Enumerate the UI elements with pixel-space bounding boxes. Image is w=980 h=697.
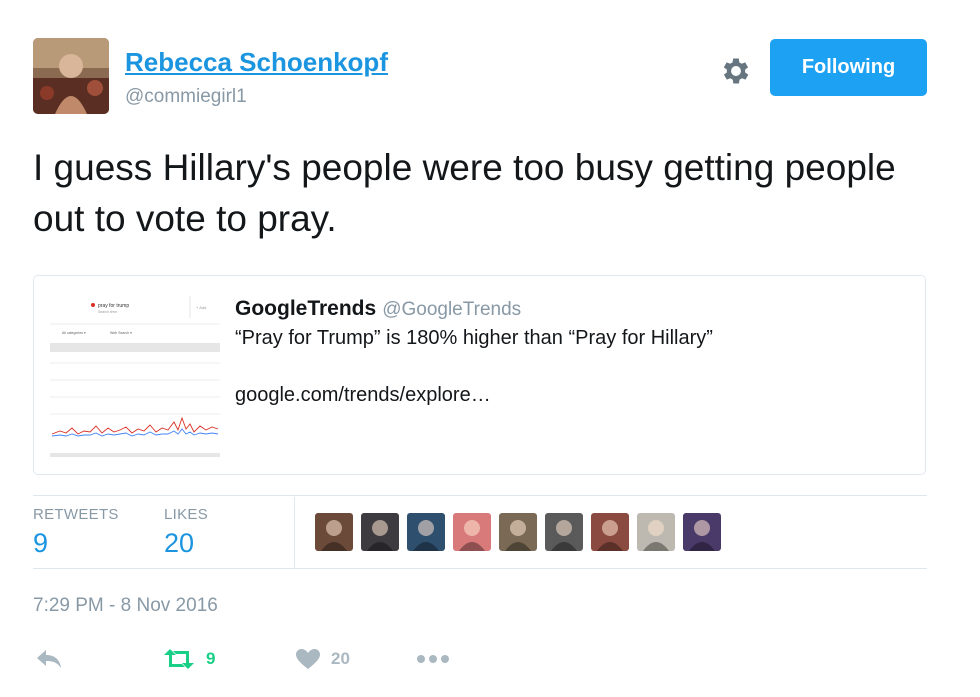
liker-avatar[interactable] [361, 513, 399, 551]
liker-avatar[interactable] [315, 513, 353, 551]
quoted-tweet-text: “Pray for Trump” is 180% higher than “Pr… [235, 327, 713, 349]
retweet-icon [164, 649, 194, 669]
avatar-image [33, 38, 109, 114]
reply-icon [37, 650, 61, 668]
display-name-link[interactable]: Rebecca Schoenkopf [125, 47, 388, 78]
quoted-author[interactable]: GoogleTrends @GoogleTrends [235, 297, 521, 321]
heart-icon [296, 649, 320, 669]
quoted-author-handle: @GoogleTrends [382, 299, 522, 320]
like-action-count: 20 [331, 649, 350, 668]
reply-button[interactable] [35, 645, 63, 673]
liker-avatar[interactable] [407, 513, 445, 551]
gear-icon[interactable] [719, 54, 753, 88]
retweet-action-count: 9 [206, 649, 216, 668]
likes-count[interactable]: 20 [164, 528, 194, 559]
like-button[interactable]: 20 [295, 645, 350, 673]
stats-divider-bottom [33, 568, 927, 569]
avatar[interactable] [33, 38, 109, 114]
tweet-text: I guess Hillary's people were too busy g… [33, 147, 896, 239]
liker-avatar[interactable] [683, 513, 721, 551]
liker-avatar[interactable] [591, 513, 629, 551]
more-button[interactable] [416, 645, 452, 673]
thumb-add: + Add [196, 305, 206, 310]
quoted-author-name: GoogleTrends [235, 297, 377, 320]
retweets-label: RETWEETS [33, 506, 119, 523]
thumb-search-term: pray for trump [98, 303, 129, 309]
likers-avatars [315, 513, 721, 551]
quoted-tweet-link[interactable]: google.com/trends/explore… [235, 384, 491, 407]
user-handle: @commiegirl1 [125, 86, 247, 107]
more-dots-icon [417, 655, 449, 663]
tweet-timestamp[interactable]: 7:29 PM - 8 Nov 2016 [33, 595, 218, 617]
liker-avatar[interactable] [499, 513, 537, 551]
likes-label: LIKES [164, 506, 209, 523]
liker-avatar[interactable] [637, 513, 675, 551]
thumb-filter-1: All categories ▾ [62, 331, 86, 335]
stats-vertical-divider [294, 497, 295, 568]
thumb-filter-2: Web Search ▾ [110, 331, 132, 335]
liker-avatar[interactable] [545, 513, 583, 551]
thumb-search-sub: Search term [98, 310, 117, 314]
following-button[interactable]: Following [770, 39, 927, 96]
stats-divider-top [33, 495, 927, 496]
retweets-count[interactable]: 9 [33, 528, 48, 559]
liker-avatar[interactable] [453, 513, 491, 551]
retweet-button[interactable]: 9 [162, 645, 215, 673]
quoted-tweet-thumbnail[interactable]: pray for trump Search term + Add All cat… [50, 288, 220, 460]
